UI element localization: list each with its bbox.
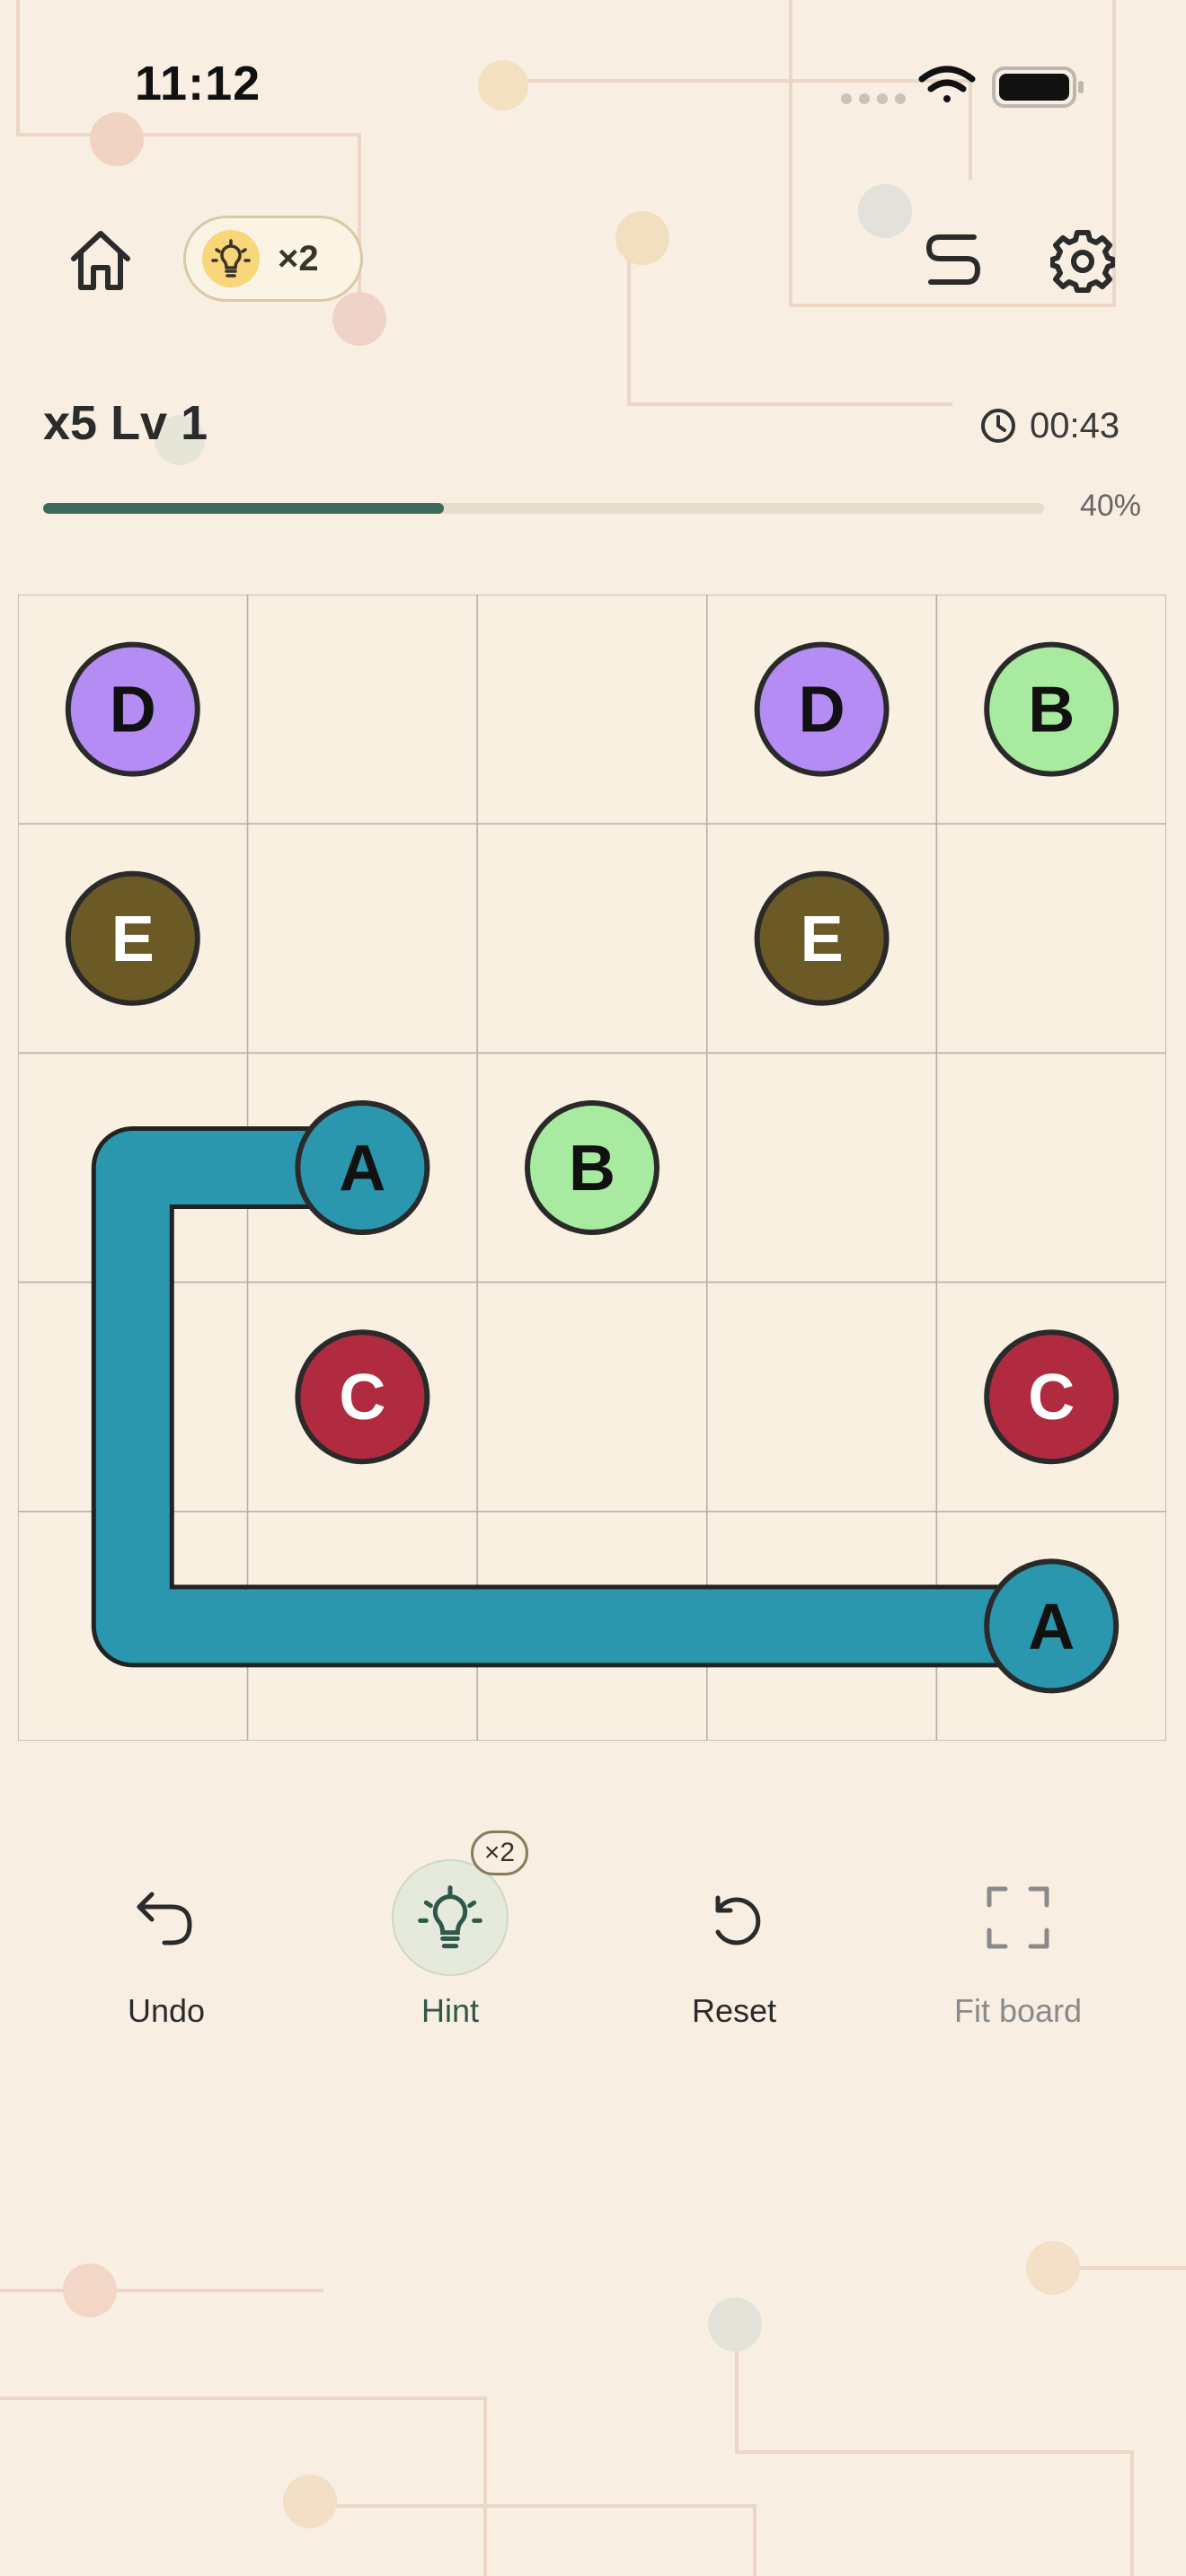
undo-icon (137, 1892, 192, 1945)
hint-count-badge: ×2 (471, 1831, 528, 1875)
board-cell[interactable] (935, 1052, 1166, 1284)
endpoint-label: B (1028, 675, 1075, 746)
endpoint-label: D (110, 675, 156, 746)
reset-icon (715, 1895, 761, 1945)
level-title: x5 Lv 1 (43, 396, 208, 450)
board-cell[interactable] (706, 1281, 938, 1513)
lightbulb-icon (418, 1885, 482, 1949)
board-cell[interactable] (246, 595, 478, 825)
board-cell[interactable] (476, 823, 708, 1054)
endpoint-label: A (1028, 1591, 1075, 1663)
signal-icon (841, 93, 906, 104)
board-cell[interactable] (706, 1052, 938, 1284)
progress-bar (43, 503, 1044, 514)
timer-text: 00:43 (1030, 405, 1120, 446)
fit-board-button[interactable]: Fit board (910, 1859, 1126, 2039)
board-cell[interactable] (476, 1281, 708, 1513)
wifi-icon (918, 66, 976, 102)
lightbulb-icon (211, 239, 251, 278)
endpoint-label: E (801, 904, 844, 975)
timer: 00:43 (979, 401, 1120, 451)
endpoint-label: E (111, 904, 155, 975)
gear-icon (1050, 230, 1115, 293)
home-icon (71, 231, 130, 290)
status-bar-time: 11:12 (135, 57, 261, 110)
hint-label: Hint (420, 1992, 480, 2029)
endpoint-label: C (339, 1362, 385, 1434)
board-cell[interactable] (246, 823, 478, 1054)
board-cell[interactable] (476, 595, 708, 825)
fit-board-label: Fit board (953, 1992, 1083, 2029)
puzzle-board[interactable]: D D B E E A B C C A (18, 595, 1166, 1741)
home-button[interactable] (56, 216, 146, 305)
bulb-badge (202, 230, 260, 287)
progress-bar-fill (43, 503, 444, 514)
undo-button[interactable]: Undo (58, 1859, 274, 2039)
board-cell[interactable] (935, 823, 1166, 1054)
reset-button[interactable]: Reset (626, 1859, 842, 2039)
endpoint-label: D (799, 675, 845, 746)
undo-label: Undo (127, 1992, 206, 2029)
hint-counter-pill[interactable]: ×2 (183, 216, 363, 302)
endpoint-label: C (1028, 1362, 1075, 1434)
reset-label: Reset (691, 1992, 777, 2029)
battery-icon (992, 66, 1084, 108)
progress-percent: 40% (1079, 489, 1141, 523)
path-style-button[interactable] (904, 212, 1003, 311)
hint-button[interactable]: ×2 Hint (342, 1831, 558, 2039)
path-icon (926, 234, 980, 285)
endpoint-label: B (569, 1133, 615, 1204)
status-bar-icons (836, 59, 1096, 113)
clock-icon (981, 409, 1015, 443)
fit-screen-icon (987, 1886, 1049, 1949)
settings-button[interactable] (1033, 212, 1132, 311)
hint-count: ×2 (278, 238, 319, 278)
endpoint-label: A (339, 1133, 385, 1204)
